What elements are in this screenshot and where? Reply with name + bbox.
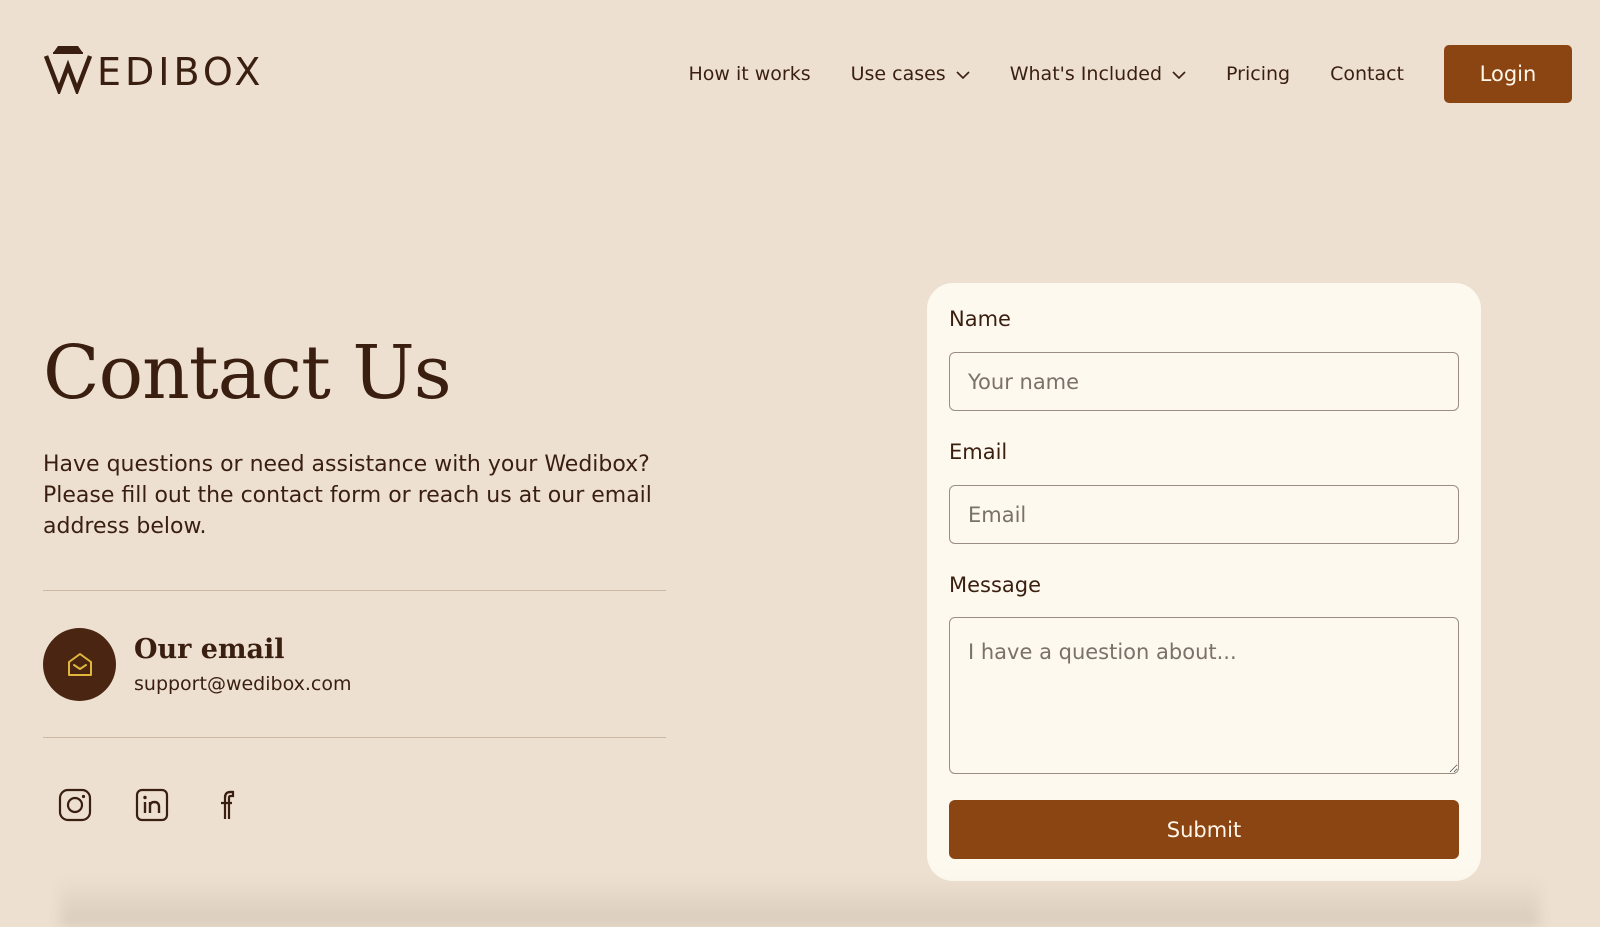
message-textarea[interactable]	[949, 617, 1459, 774]
linkedin-icon[interactable]	[135, 788, 169, 822]
login-button[interactable]: Login	[1444, 45, 1572, 103]
email-contact-block: Our email support@wedibox.com	[43, 628, 351, 701]
page-title: Contact Us	[43, 330, 452, 416]
email-text: Our email support@wedibox.com	[134, 634, 351, 695]
wedibox-logo-icon	[43, 46, 93, 94]
nav-label: What's Included	[1009, 63, 1163, 85]
nav-how-it-works[interactable]: How it works	[688, 63, 810, 85]
divider	[43, 737, 666, 738]
bottom-shadow	[60, 877, 1540, 927]
logo[interactable]: EDIBOX	[43, 44, 264, 94]
nav-label: How it works	[688, 63, 811, 85]
social-links	[58, 788, 289, 822]
nav-label: Contact	[1330, 63, 1404, 85]
nav-pricing[interactable]: Pricing	[1226, 63, 1290, 85]
nav-use-cases[interactable]: Use cases	[851, 63, 970, 85]
nav-contact[interactable]: Contact	[1330, 63, 1404, 85]
chevron-down-icon	[1172, 63, 1186, 85]
nav-whats-included[interactable]: What's Included	[1010, 63, 1186, 85]
contact-form: Name Email Message Submit	[927, 283, 1481, 881]
divider	[43, 590, 666, 591]
nav-label: Pricing	[1226, 63, 1291, 85]
message-label: Message	[949, 573, 1042, 597]
instagram-icon[interactable]	[58, 788, 92, 822]
email-heading: Our email	[134, 634, 285, 665]
name-label: Name	[949, 307, 1011, 331]
name-input[interactable]	[949, 352, 1459, 411]
chevron-down-icon	[956, 63, 970, 85]
email-label: Email	[949, 440, 1008, 464]
email-input[interactable]	[949, 485, 1459, 544]
email-icon	[43, 628, 116, 701]
facebook-icon[interactable]	[212, 788, 246, 822]
page-description: Have questions or need assistance with y…	[43, 452, 652, 539]
main-nav: How it works Use cases What's Included P…	[688, 45, 1572, 103]
email-link[interactable]: support@wedibox.com	[134, 673, 351, 695]
submit-button[interactable]: Submit	[949, 800, 1459, 859]
nav-label: Use cases	[850, 63, 946, 85]
contact-page: EDIBOX How it works Use cases What's Inc…	[0, 0, 1600, 927]
logo-text: EDIBOX	[97, 50, 265, 94]
